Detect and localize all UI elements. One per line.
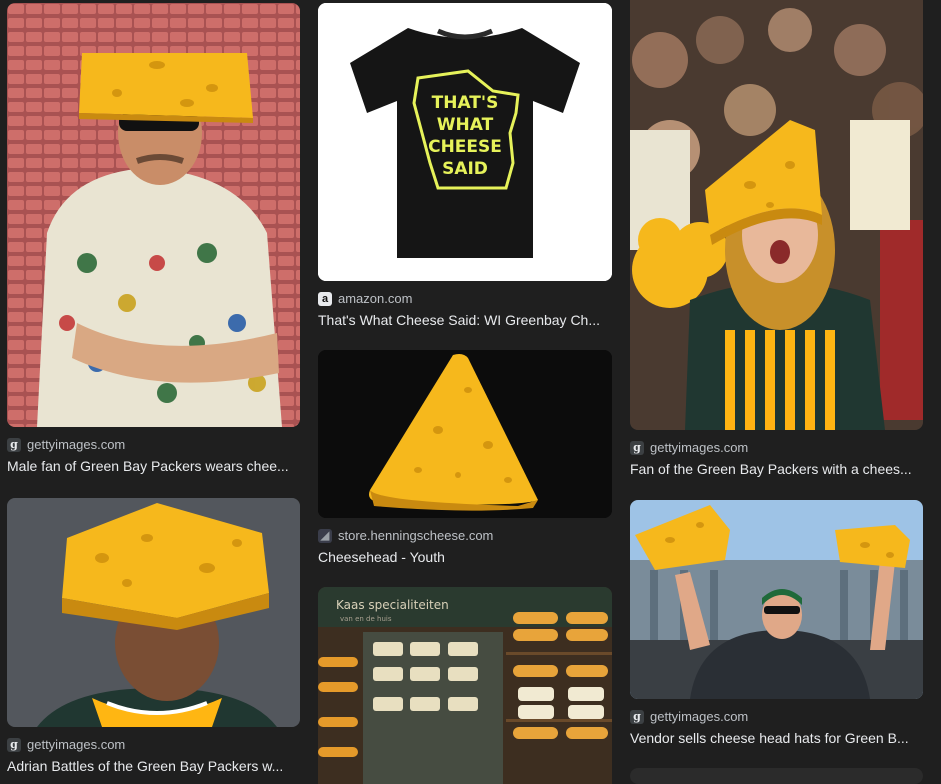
- result-image[interactable]: Kaas specialiteiten van en de huis: [318, 587, 612, 784]
- result-title[interactable]: Male fan of Green Bay Packers wears chee…: [7, 458, 300, 474]
- shirt-text-line: CHEESE: [428, 137, 502, 157]
- result-source[interactable]: store.henningscheese.com: [338, 528, 493, 543]
- result-card[interactable]: Kaas specialiteiten van en de huis: [318, 587, 612, 784]
- result-title[interactable]: Fan of the Green Bay Packers with a chee…: [630, 461, 923, 477]
- result-card[interactable]: THAT'S WHAT CHEESE SAID a amazon.com Tha…: [318, 3, 612, 328]
- getty-favicon-icon: g: [630, 440, 644, 455]
- result-image[interactable]: [7, 498, 300, 727]
- result-image[interactable]: [630, 500, 923, 699]
- result-card[interactable]: g gettyimages.com Fan of the Green Bay P…: [630, 0, 923, 477]
- shirt-text-line: WHAT: [437, 115, 494, 135]
- cheesehead-fan-photo: [7, 3, 300, 427]
- result-card[interactable]: ◢ store.henningscheese.com Cheesehead - …: [318, 350, 612, 565]
- female-fan-cheesehead-photo: [630, 0, 923, 430]
- player-cheesehead-photo: [7, 498, 300, 727]
- result-image[interactable]: [318, 350, 612, 518]
- result-source[interactable]: amazon.com: [338, 291, 412, 306]
- result-source[interactable]: gettyimages.com: [27, 437, 125, 452]
- result-image[interactable]: THAT'S WHAT CHEESE SAID: [318, 3, 612, 281]
- result-image[interactable]: [630, 0, 923, 430]
- henning-favicon-icon: ◢: [318, 528, 332, 543]
- amazon-favicon-icon: a: [318, 291, 332, 306]
- result-image[interactable]: [630, 768, 923, 784]
- tshirt-product-photo: THAT'S WHAT CHEESE SAID: [318, 3, 612, 281]
- result-title[interactable]: Cheesehead - Youth: [318, 549, 612, 565]
- result-card[interactable]: g gettyimages.com Adrian Battles of the …: [7, 498, 300, 774]
- result-source[interactable]: gettyimages.com: [650, 709, 748, 724]
- shirt-text-line: SAID: [442, 159, 488, 179]
- vendor-cheese-hats-photo: [630, 500, 923, 699]
- getty-favicon-icon: g: [7, 737, 21, 752]
- result-source[interactable]: gettyimages.com: [650, 440, 748, 455]
- result-title[interactable]: Adrian Battles of the Green Bay Packers …: [7, 758, 300, 774]
- getty-favicon-icon: g: [7, 437, 21, 452]
- result-card[interactable]: g gettyimages.com Vendor sells cheese he…: [630, 500, 923, 746]
- result-title[interactable]: Vendor sells cheese head hats for Green …: [630, 730, 923, 746]
- result-card[interactable]: [630, 768, 923, 784]
- result-source[interactable]: gettyimages.com: [27, 737, 125, 752]
- result-card[interactable]: g gettyimages.com Male fan of Green Bay …: [7, 3, 300, 474]
- shop-sign-text: Kaas specialiteiten: [336, 598, 449, 612]
- shirt-text-line: THAT'S: [432, 93, 499, 113]
- cheese-shop-photo: Kaas specialiteiten van en de huis: [318, 587, 612, 784]
- result-image[interactable]: [7, 3, 300, 427]
- cheese-wedge-photo: [318, 350, 612, 518]
- result-title[interactable]: That's What Cheese Said: WI Greenbay Ch.…: [318, 312, 612, 328]
- shop-sign-subtext: van en de huis: [340, 615, 392, 623]
- getty-favicon-icon: g: [630, 709, 644, 724]
